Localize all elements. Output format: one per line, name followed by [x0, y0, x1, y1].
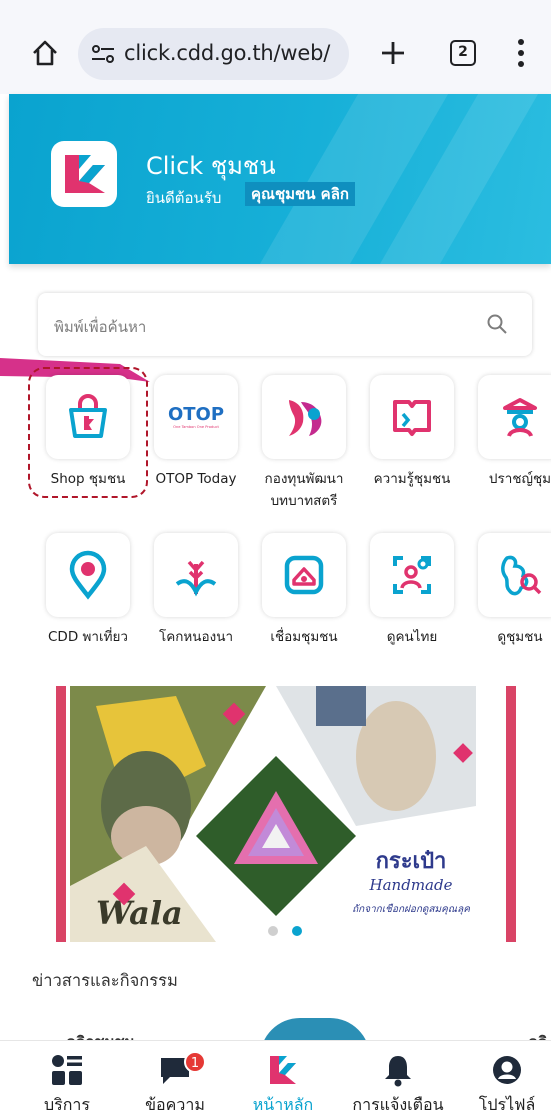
promo-title-text: กระเป๋า: [376, 849, 447, 874]
service-label: OTOP Today: [155, 471, 237, 487]
profile-icon: [493, 1056, 521, 1084]
service-tile[interactable]: [262, 375, 346, 459]
click-chumchon-logo-icon: [65, 155, 105, 193]
nav-services[interactable]: บริการ: [12, 1041, 122, 1113]
promo-subtitle-text: Handmade: [369, 876, 453, 894]
carousel-dot-1[interactable]: [268, 926, 278, 936]
service-label: เชื่อมชุมชน: [270, 629, 338, 645]
sage-person-icon: [503, 398, 537, 437]
service-tile[interactable]: [370, 375, 454, 459]
more-menu-icon[interactable]: [508, 36, 534, 70]
service-label: ดูคนไทย: [386, 629, 438, 645]
notification-badge: 1: [184, 1051, 206, 1073]
home-icon[interactable]: [30, 38, 60, 68]
nav-messages[interactable]: 1 ข้อความ: [120, 1041, 230, 1113]
service-label: CDD พาเที่ยว: [48, 629, 128, 645]
nav-home[interactable]: หน้าหลัก: [228, 1041, 338, 1113]
service-label: ดูชุมชน: [497, 629, 543, 645]
nav-label: โปรไฟล์: [478, 1095, 536, 1113]
person-search-icon: [393, 556, 431, 594]
map-search-icon: [501, 555, 542, 596]
site-settings-icon[interactable]: [90, 42, 116, 66]
service-label: ความรู้ชุมชน: [373, 471, 451, 487]
app-title: Click ชุมชน: [146, 152, 276, 180]
promo-brand-text: Wala: [96, 894, 183, 932]
service-tile[interactable]: [262, 533, 346, 617]
promo-slide-image: Wala กระเป๋า Handmade ถักจากเชือกฝอกดูสม…: [56, 686, 516, 942]
service-tile[interactable]: [46, 533, 130, 617]
service-label: กองทุนพัฒนา บทบาทสตรี: [264, 471, 344, 509]
tab-switcher-button[interactable]: 2: [450, 40, 476, 66]
promo-carousel[interactable]: Wala กระเป๋า Handmade ถักจากเชือกฝอกดูสม…: [56, 686, 516, 942]
otop-logo-icon: OTOP One Tambon One Product: [168, 404, 224, 429]
home-logo-icon: [270, 1056, 296, 1084]
nav-label: หน้าหลัก: [252, 1095, 314, 1113]
address-bar[interactable]: click.cdd.go.th/web/: [78, 28, 349, 80]
bottom-navigation: บริการ 1 ข้อความ หน้าหลัก การแจ้งเตือน โ…: [0, 1040, 551, 1113]
search-icon[interactable]: [486, 313, 508, 335]
service-tile[interactable]: OTOP One Tambon One Product: [154, 375, 238, 459]
bell-icon: [385, 1056, 411, 1087]
app-logo: [51, 141, 117, 207]
otop-logo-subtext: One Tambon One Product: [173, 425, 219, 429]
service-label: โคกหนองนา: [158, 629, 234, 645]
rice-plant-icon: [175, 560, 217, 597]
service-tile[interactable]: [46, 375, 130, 459]
news-heading: ข่าวสารและกิจกรรม: [32, 971, 178, 990]
map-pin-icon: [69, 550, 107, 600]
welcome-banner: Click ชุมชน ยินดีต้อนรับ คุณชุมชน คลิก: [9, 94, 551, 264]
nav-label: บริการ: [43, 1095, 90, 1113]
home-connect-icon: [284, 555, 324, 595]
service-tile[interactable]: [370, 533, 454, 617]
promo-caption-text: ถักจากเชือกฝอกดูสมคุณลุค: [352, 903, 471, 915]
service-tile[interactable]: [478, 533, 551, 617]
url-text[interactable]: click.cdd.go.th/web/: [124, 41, 330, 65]
service-tile[interactable]: [478, 375, 551, 459]
open-book-icon: [393, 400, 431, 436]
browser-toolbar: click.cdd.go.th/web/ 2: [0, 0, 551, 94]
new-tab-icon[interactable]: [378, 38, 408, 68]
service-tile[interactable]: [154, 533, 238, 617]
nav-label: การแจ้งเตือน: [352, 1095, 444, 1113]
women-fund-logo-icon: [289, 400, 322, 436]
shopping-bag-icon: [69, 394, 107, 438]
nav-label: ข้อความ: [145, 1095, 205, 1113]
nav-profile[interactable]: โปรไฟล์: [452, 1041, 551, 1113]
service-label: Shop ชุมชน: [50, 471, 126, 487]
service-label: ปราชญ์ชุม: [488, 471, 551, 487]
carousel-dot-2[interactable]: [292, 926, 302, 936]
user-name: คุณชุมชน คลิก: [245, 182, 355, 206]
otop-logo-text: OTOP: [168, 404, 224, 425]
services-grid-icon: [52, 1055, 82, 1085]
welcome-text: ยินดีต้อนรับ: [146, 189, 222, 207]
nav-notifications[interactable]: การแจ้งเตือน: [343, 1041, 453, 1113]
